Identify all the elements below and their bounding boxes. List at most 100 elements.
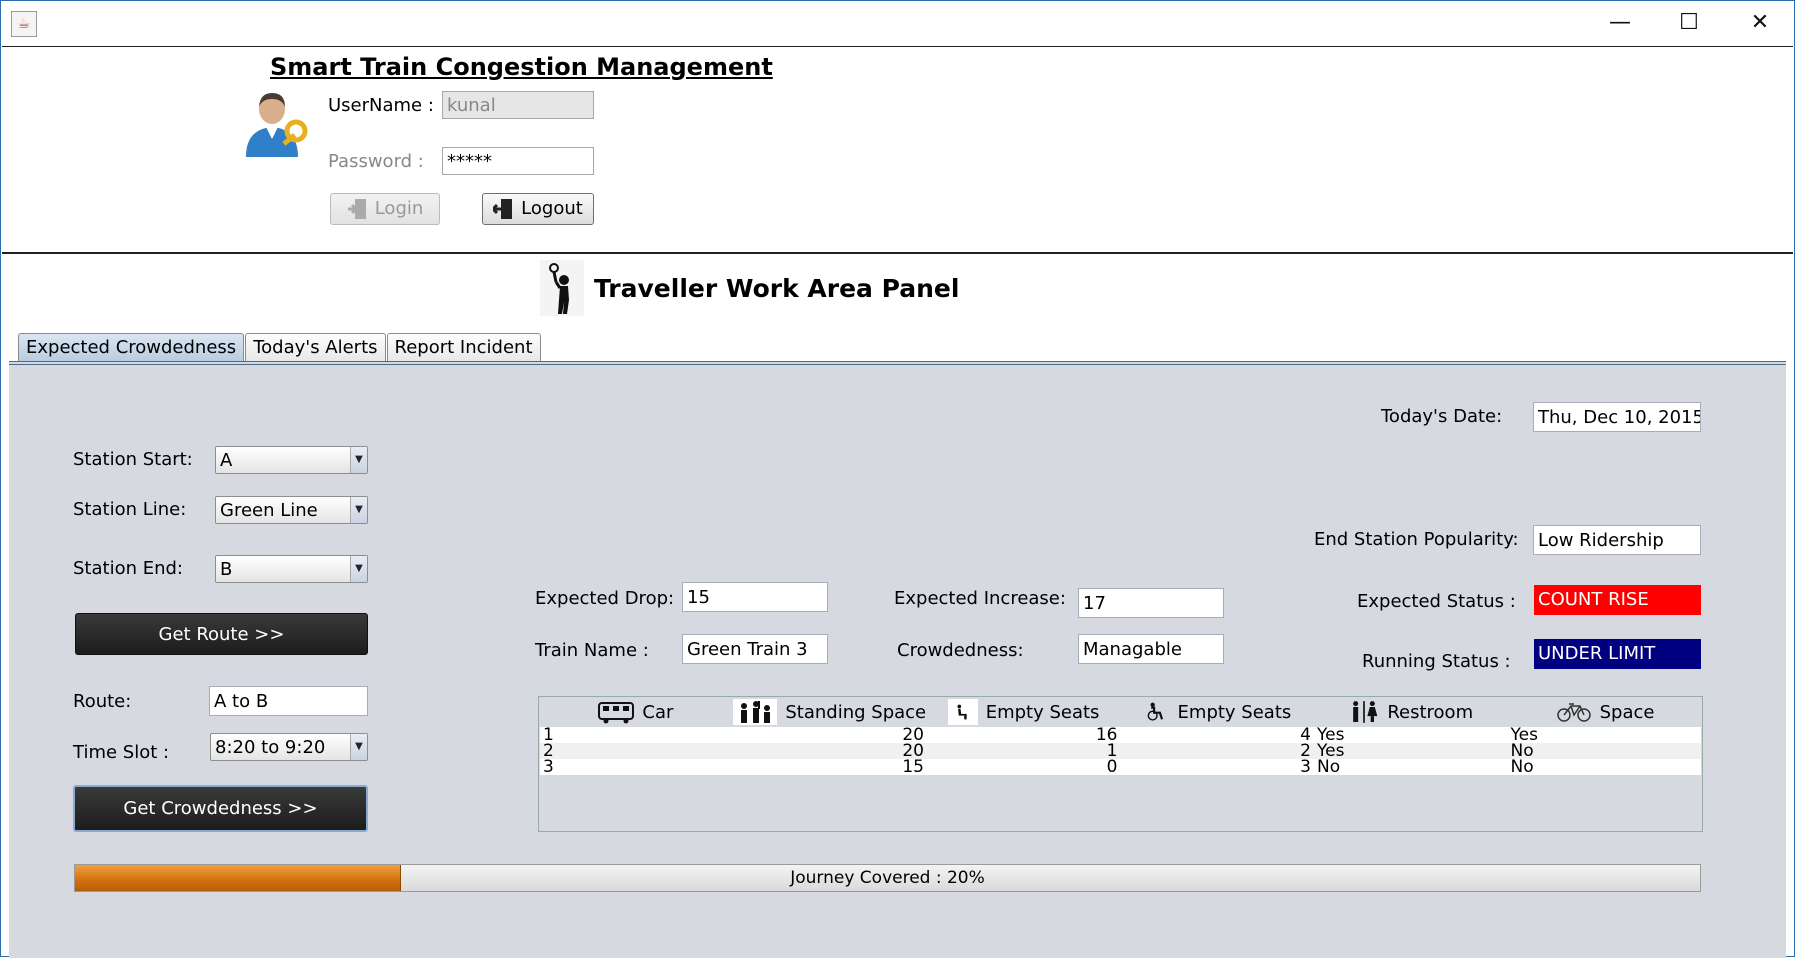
tab-expected-crowdedness[interactable]: Expected Crowdedness bbox=[18, 333, 245, 361]
station-line-value: Green Line bbox=[220, 500, 318, 521]
cell-restroom: No bbox=[1317, 759, 1341, 775]
login-button-label: Login bbox=[374, 198, 424, 219]
cell-restroom: Yes bbox=[1317, 743, 1345, 759]
cell-empty-seats: 16 bbox=[1095, 727, 1118, 743]
table-row[interactable]: 1 20 16 4 Yes Yes bbox=[540, 727, 1701, 743]
maximize-button[interactable]: ☐ bbox=[1664, 7, 1714, 39]
username-field[interactable]: kunal bbox=[442, 91, 594, 119]
column-header-restroom[interactable]: Restroom bbox=[1314, 697, 1508, 727]
car-details-table: Car Standing Space Empty Seats Empty Sea… bbox=[538, 696, 1703, 832]
column-header-car[interactable]: Car bbox=[539, 697, 733, 727]
standing-traveller-icon bbox=[540, 260, 584, 316]
station-start-select[interactable]: A ▼ bbox=[215, 446, 368, 474]
column-header-standing-space[interactable]: Standing Space bbox=[733, 697, 927, 727]
login-panel: Smart Train Congestion Management UserNa… bbox=[2, 46, 1793, 254]
crowdedness-field[interactable]: Managable bbox=[1078, 634, 1224, 664]
cell-empty-seats: 1 bbox=[1106, 743, 1118, 759]
time-slot-value: 8:20 to 9:20 bbox=[215, 737, 326, 758]
station-end-select[interactable]: B ▼ bbox=[215, 555, 368, 583]
column-label: Space bbox=[1599, 701, 1655, 723]
cell-bike-space: No bbox=[1510, 759, 1534, 775]
station-start-value: A bbox=[220, 450, 233, 471]
cell-standing-space: 15 bbox=[902, 759, 924, 775]
tab-report-incident[interactable]: Report Incident bbox=[386, 333, 541, 361]
column-header-bike-space[interactable]: Space bbox=[1508, 697, 1702, 727]
column-header-accessible-seats[interactable]: Empty Seats bbox=[1120, 697, 1314, 727]
username-label: UserName : bbox=[328, 95, 434, 116]
column-label: Restroom bbox=[1387, 701, 1474, 723]
running-status-badge: UNDER LIMIT bbox=[1534, 639, 1701, 669]
station-line-label: Station Line: bbox=[73, 499, 187, 520]
chevron-down-icon: ▼ bbox=[350, 734, 367, 760]
tab-bar: Expected Crowdedness Today's Alerts Repo… bbox=[18, 333, 542, 361]
expected-drop-field[interactable]: 15 bbox=[682, 582, 828, 612]
get-crowdedness-button[interactable]: Get Crowdedness >> bbox=[73, 785, 368, 832]
crowdedness-label: Crowdedness: bbox=[897, 640, 1024, 661]
password-field[interactable]: ***** bbox=[442, 147, 594, 175]
tab-todays-alerts[interactable]: Today's Alerts bbox=[245, 333, 386, 361]
column-label: Empty Seats bbox=[985, 701, 1100, 723]
column-label: Standing Space bbox=[785, 701, 927, 723]
cell-restroom: Yes bbox=[1317, 727, 1345, 743]
cell-empty-seats: 0 bbox=[1106, 759, 1118, 775]
cell-car: 3 bbox=[543, 759, 554, 775]
table-row[interactable]: 2 20 1 2 Yes No bbox=[540, 743, 1701, 759]
cell-accessible-seats: 3 bbox=[1300, 759, 1311, 775]
cell-accessible-seats: 4 bbox=[1300, 727, 1311, 743]
standing-passengers-icon bbox=[741, 701, 771, 723]
cell-accessible-seats: 2 bbox=[1300, 743, 1311, 759]
end-station-popularity-label: End Station Popularity: bbox=[1314, 529, 1519, 550]
chevron-down-icon: ▼ bbox=[350, 447, 367, 473]
expected-increase-field[interactable]: 17 bbox=[1078, 588, 1224, 618]
bicycle-icon bbox=[1556, 703, 1591, 722]
table-header: Car Standing Space Empty Seats Empty Sea… bbox=[539, 697, 1702, 727]
cell-standing-space: 20 bbox=[902, 727, 924, 743]
expected-increase-label: Expected Increase: bbox=[894, 588, 1066, 609]
seated-person-icon bbox=[957, 704, 967, 720]
table-row[interactable]: 3 15 0 3 No No bbox=[540, 759, 1701, 775]
cell-standing-space: 20 bbox=[902, 743, 924, 759]
cell-bike-space: No bbox=[1510, 743, 1534, 759]
route-field[interactable]: A to B bbox=[209, 686, 368, 716]
chevron-down-icon: ▼ bbox=[350, 497, 367, 523]
title-bar: ☕ — ☐ ✕ bbox=[1, 1, 1794, 45]
train-car-icon bbox=[598, 702, 635, 724]
expected-status-badge: COUNT RISE bbox=[1534, 585, 1701, 615]
close-button[interactable]: ✕ bbox=[1735, 7, 1785, 39]
expected-status-label: Expected Status : bbox=[1357, 591, 1516, 612]
cell-bike-space: Yes bbox=[1510, 727, 1538, 743]
station-end-value: B bbox=[220, 559, 233, 580]
panel-header: Traveller Work Area Panel bbox=[540, 260, 959, 316]
progress-label: Journey Covered : 20% bbox=[790, 868, 985, 888]
expected-drop-label: Expected Drop: bbox=[535, 588, 675, 609]
cell-car: 2 bbox=[543, 743, 554, 759]
station-line-select[interactable]: Green Line ▼ bbox=[215, 496, 368, 524]
panel-title: Traveller Work Area Panel bbox=[594, 273, 960, 303]
restroom-icon bbox=[1353, 701, 1378, 723]
column-header-empty-seats[interactable]: Empty Seats bbox=[927, 697, 1121, 727]
login-door-icon bbox=[347, 199, 366, 219]
password-label: Password : bbox=[328, 151, 424, 172]
todays-date-label: Today's Date: bbox=[1381, 406, 1503, 427]
journey-progress-bar: Journey Covered : 20% bbox=[74, 864, 1701, 892]
time-slot-select[interactable]: 8:20 to 9:20 ▼ bbox=[210, 733, 368, 761]
time-slot-label: Time Slot : bbox=[73, 742, 170, 763]
column-label: Car bbox=[642, 701, 674, 723]
logout-button[interactable]: Logout bbox=[482, 193, 594, 225]
end-station-popularity-field[interactable]: Low Ridership bbox=[1533, 525, 1701, 555]
running-status-label: Running Status : bbox=[1362, 651, 1511, 672]
wheelchair-icon bbox=[1147, 702, 1163, 721]
get-route-button[interactable]: Get Route >> bbox=[75, 613, 368, 655]
train-name-label: Train Name : bbox=[535, 640, 649, 661]
station-end-label: Station End: bbox=[73, 558, 183, 579]
train-name-field[interactable]: Green Train 3 bbox=[682, 634, 828, 664]
todays-date-field[interactable]: Thu, Dec 10, 2015 bbox=[1533, 402, 1701, 432]
minimize-button[interactable]: — bbox=[1595, 7, 1645, 39]
cell-car: 1 bbox=[543, 727, 554, 743]
user-key-icon bbox=[246, 93, 308, 157]
station-start-label: Station Start: bbox=[73, 449, 193, 470]
chevron-down-icon: ▼ bbox=[350, 556, 367, 582]
logout-button-label: Logout bbox=[521, 198, 583, 219]
column-label: Empty Seats bbox=[1177, 701, 1292, 723]
login-button[interactable]: Login bbox=[330, 193, 440, 225]
